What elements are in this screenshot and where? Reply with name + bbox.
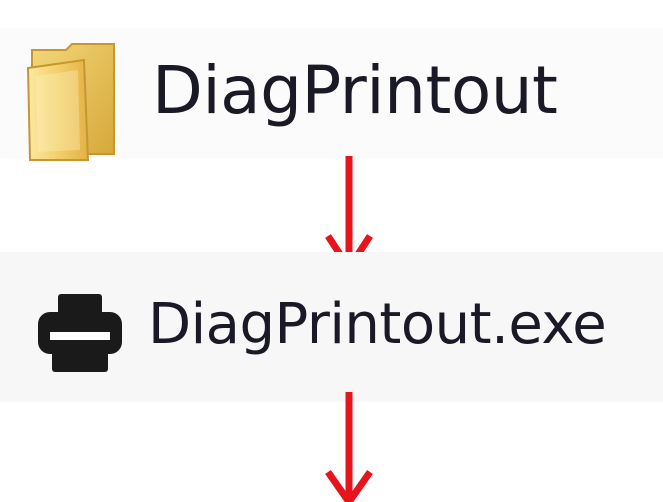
folder-name: DiagPrintout	[152, 52, 558, 129]
exe-item[interactable]: DiagPrintout.exe	[0, 252, 663, 402]
exe-name: DiagPrintout.exe	[148, 292, 607, 357]
folder-icon	[26, 43, 115, 161]
printer-icon	[38, 294, 122, 372]
folder-item[interactable]: DiagPrintout	[0, 28, 663, 161]
down-arrow-icon	[325, 392, 373, 502]
step-diagram: DiagPrintout DiagPrintout.exe	[0, 0, 663, 502]
